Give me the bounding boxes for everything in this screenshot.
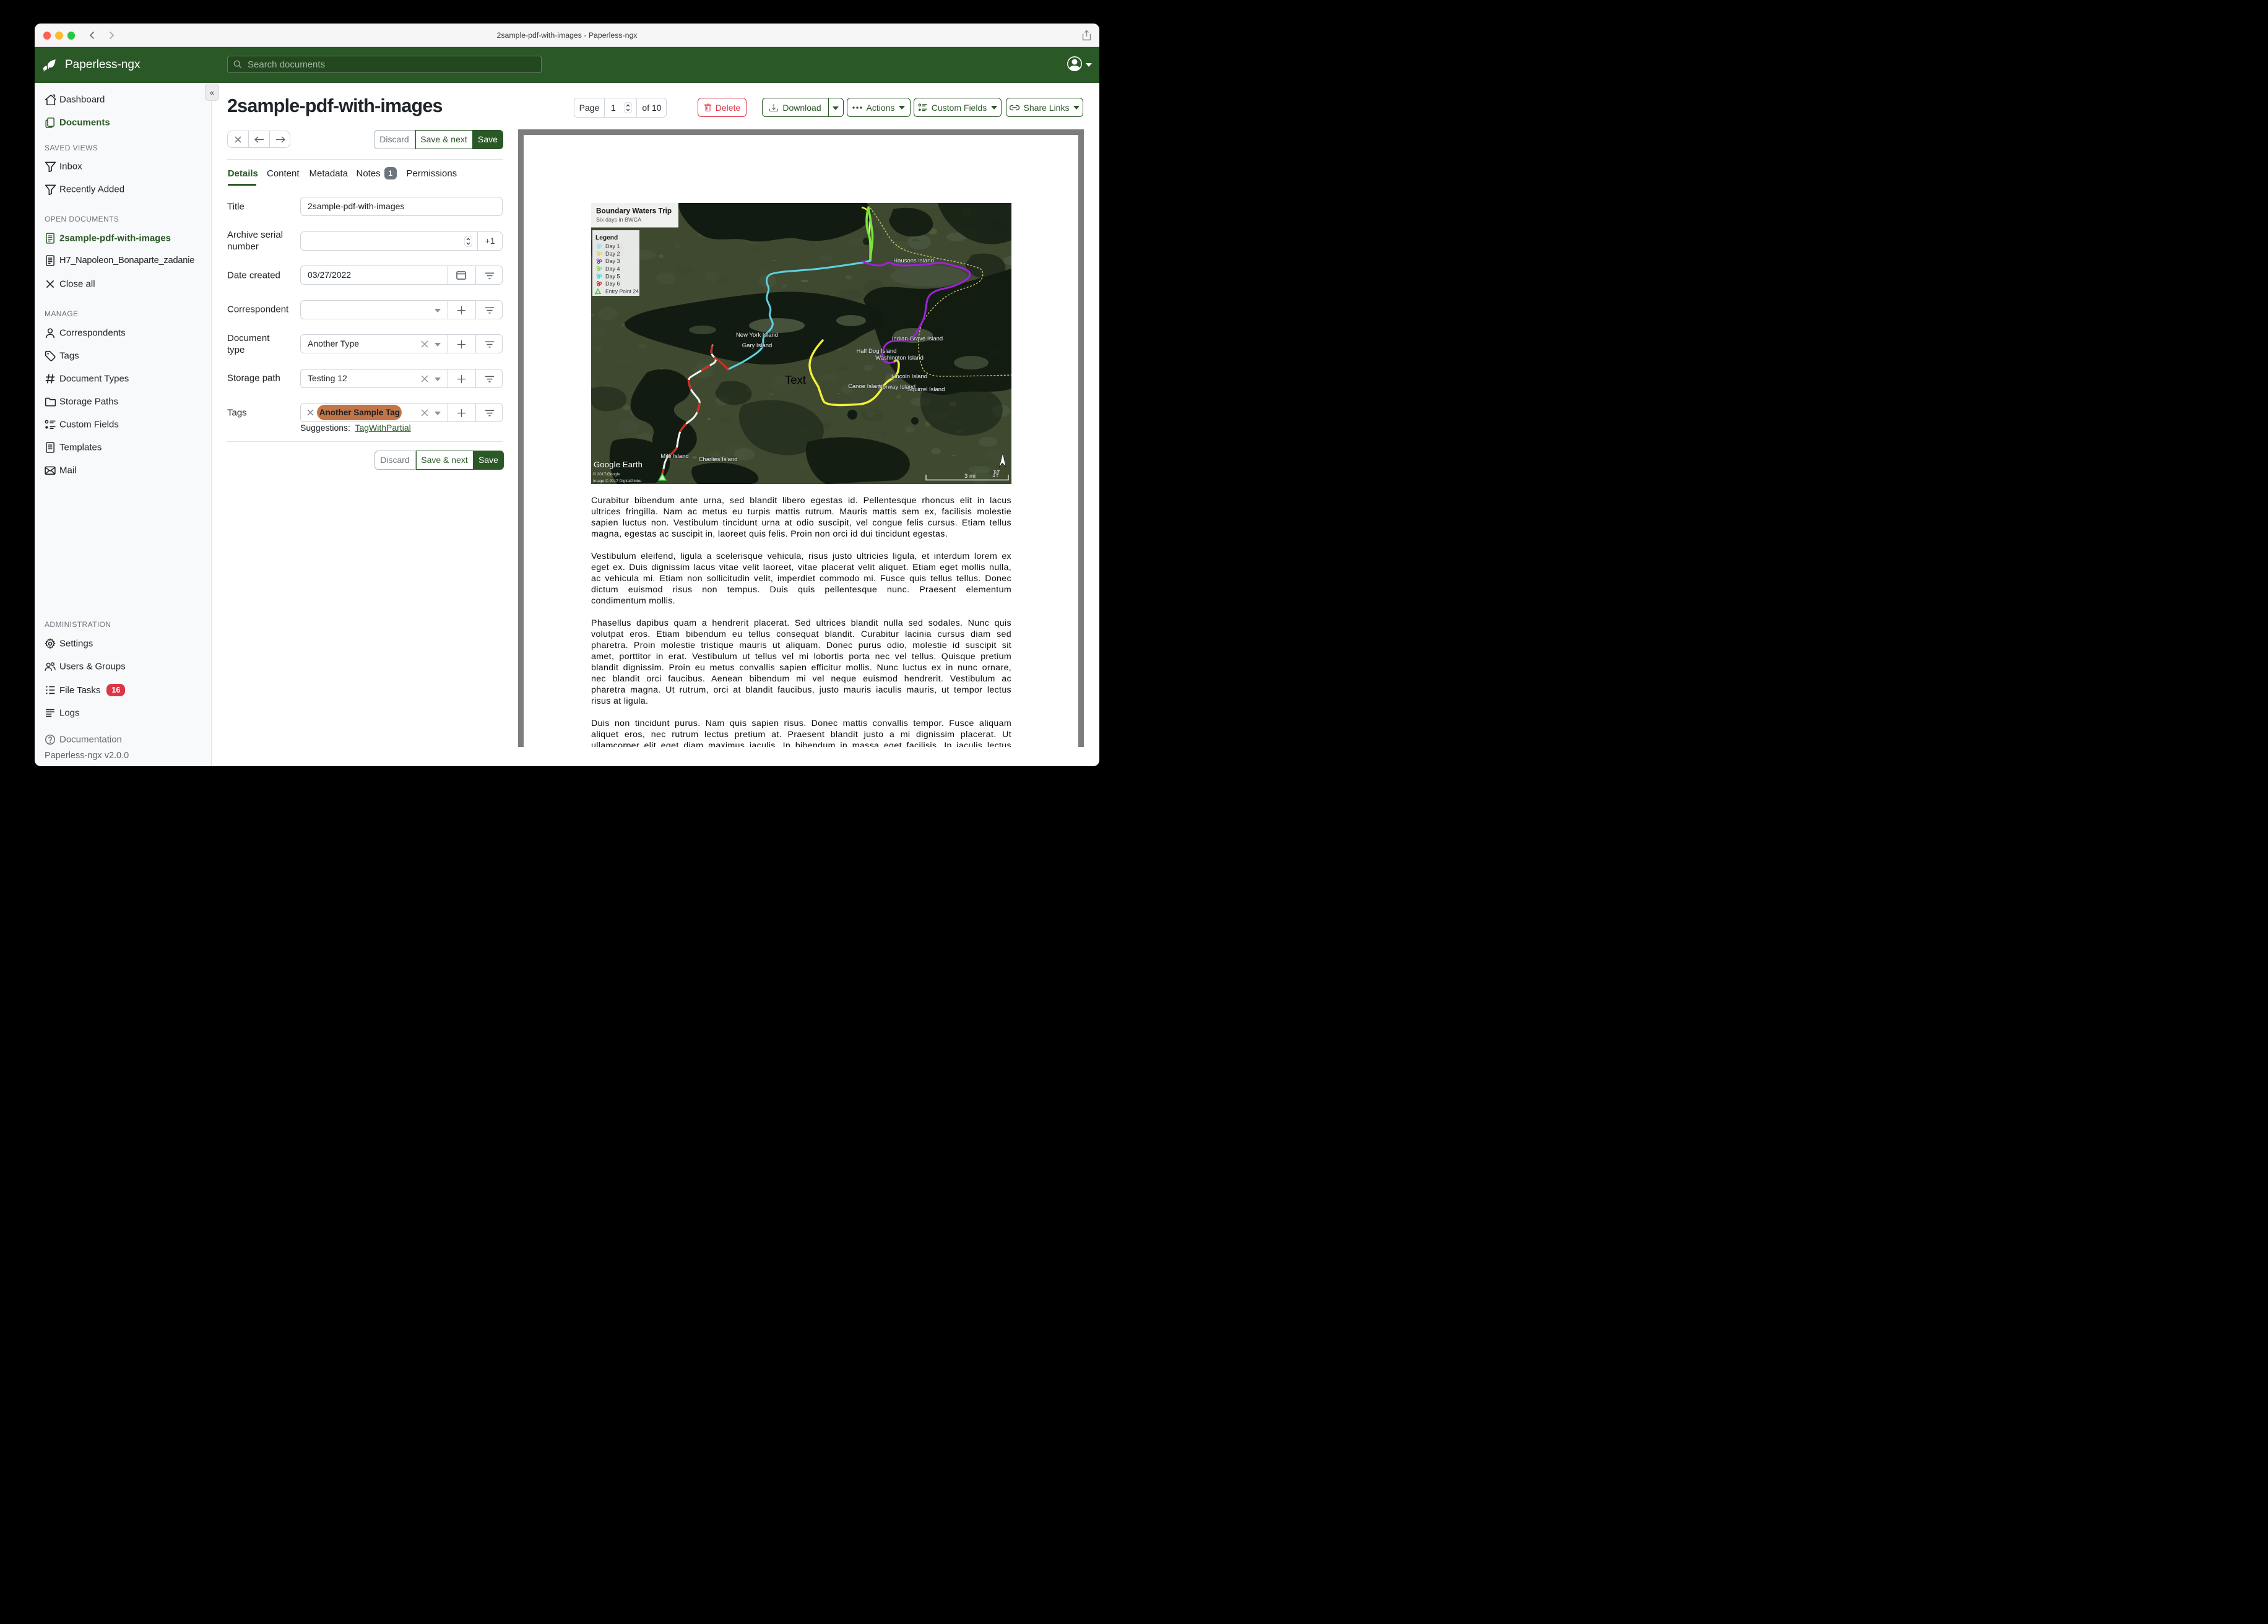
svg-text:Indian Grave Island: Indian Grave Island [892, 335, 943, 342]
svg-text:Charlies Island: Charlies Island [699, 456, 738, 463]
svg-text:Washington Island: Washington Island [875, 355, 924, 361]
svg-text:Legend: Legend [595, 235, 618, 241]
svg-text:Text: Text [785, 373, 806, 386]
svg-text:Gary Island: Gary Island [742, 342, 773, 349]
svg-text:Day 2: Day 2 [605, 251, 620, 257]
svg-text:Day 6: Day 6 [605, 281, 620, 287]
svg-text:3 mi: 3 mi [964, 473, 976, 480]
svg-text:Day 1: Day 1 [605, 243, 620, 249]
svg-text:Canoe Island: Canoe Island [848, 383, 883, 390]
svg-text:Boundary Waters Trip: Boundary Waters Trip [596, 207, 672, 215]
svg-text:Lincoln Island: Lincoln Island [891, 373, 927, 380]
svg-text:Day 4: Day 4 [605, 266, 620, 272]
svg-text:N: N [992, 469, 1000, 479]
svg-text:Squirrel Island: Squirrel Island [907, 386, 945, 393]
svg-text:Image © 2017 DigitalGlobe: Image © 2017 DigitalGlobe [593, 478, 642, 483]
svg-text:Day 5: Day 5 [605, 273, 620, 279]
svg-text:Hausons Island: Hausons Island [893, 257, 933, 264]
svg-text:Entry Point 24: Entry Point 24 [605, 288, 639, 295]
svg-text:Six days in BWCA: Six days in BWCA [596, 217, 641, 223]
svg-text:Google Earth: Google Earth [594, 460, 643, 469]
svg-text:Mile Island: Mile Island [660, 453, 688, 460]
svg-text:Day 3: Day 3 [605, 258, 620, 264]
svg-text:New York Island: New York Island [736, 332, 778, 339]
svg-text:Half Dog Island: Half Dog Island [857, 348, 897, 355]
svg-text:© 2017 Google: © 2017 Google [593, 472, 620, 477]
